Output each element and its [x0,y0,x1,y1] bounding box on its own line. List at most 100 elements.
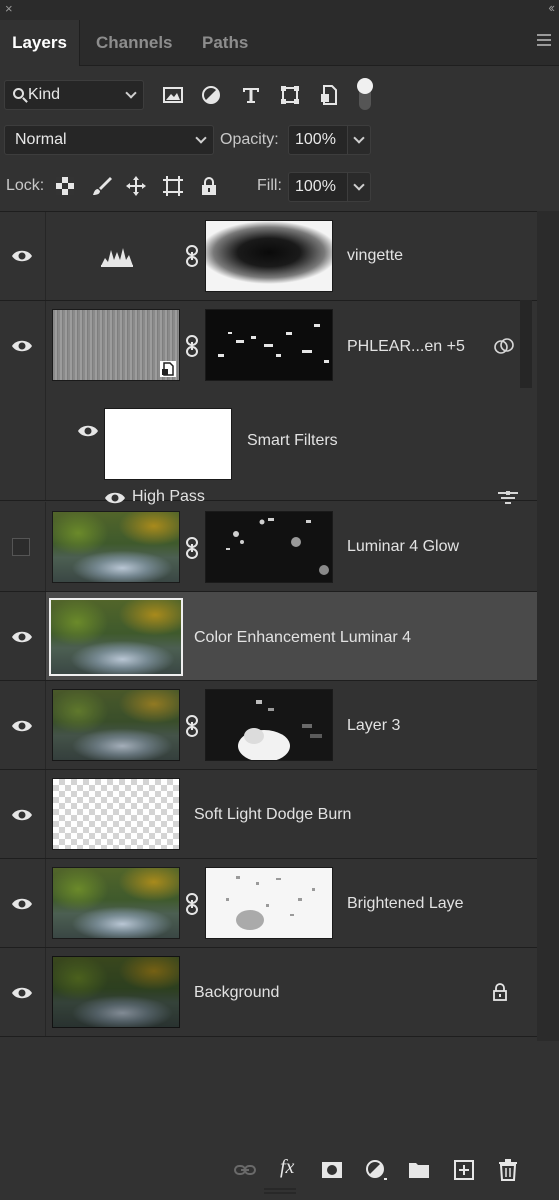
tab-layers[interactable]: Layers [0,20,80,66]
new-layer-icon[interactable] [452,1158,476,1182]
layer-row[interactable]: Brightened Laye [0,859,537,948]
smart-object-badge-icon [160,361,176,377]
layer-name[interactable]: PHLEAR...en +5 [347,338,465,356]
layer-filter-row: Kind [0,78,559,112]
link-chain-icon[interactable] [184,245,200,267]
filter-toggle-icon[interactable] [355,78,375,112]
scrollbar-thumb[interactable] [520,300,532,388]
opacity-input[interactable]: 100% [288,125,348,155]
eye-icon[interactable] [11,249,33,263]
new-adjustment-icon[interactable] [364,1158,388,1182]
resize-grip-icon[interactable] [260,1188,300,1194]
eye-icon[interactable] [11,986,33,1000]
layer-thumbnail[interactable] [52,778,180,850]
panel-title-strip: × ‹‹ [0,0,559,20]
layer-name[interactable]: Luminar 4 Glow [347,538,459,556]
chevron-down-icon [353,179,365,191]
lock-image-pixels-icon[interactable] [91,175,113,197]
chevron-down-icon [195,132,207,144]
layer-row-selected[interactable]: Color Enhancement Luminar 4 [0,592,537,681]
layer-mask-thumbnail[interactable] [205,309,333,381]
mask-speckles [218,324,329,363]
visibility-toggle[interactable] [12,538,30,556]
layer-mask-thumbnail[interactable] [205,220,333,292]
layer-row[interactable]: Background [0,948,537,1037]
delete-layer-icon[interactable] [496,1158,520,1182]
layer-row[interactable]: Luminar 4 Glow [0,502,537,592]
layer-thumbnail[interactable] [52,309,180,381]
layer-row[interactable]: vingette [0,212,537,301]
smart-filters-mask-thumbnail[interactable] [104,408,232,480]
opacity-label: Opacity: [220,131,279,148]
eye-icon[interactable] [11,897,33,911]
eye-icon[interactable] [11,719,33,733]
layer-thumbnail[interactable] [49,598,183,676]
layer-row[interactable]: PHLEAR...en +5 Smart Filters High Pass [0,301,537,505]
tab-paths[interactable]: Paths [190,20,260,66]
lock-all-icon[interactable] [198,175,220,197]
smart-filters-indicator-icon [494,338,514,354]
collapse-panel-button[interactable]: ‹‹ [548,0,555,15]
eye-icon[interactable] [11,808,33,822]
layer-row[interactable]: Layer 3 [0,681,537,770]
smart-object-filter-icon[interactable] [318,84,340,106]
filter-kind-label: Kind [28,86,61,103]
search-icon [13,88,24,99]
link-chain-icon[interactable] [184,335,200,357]
shape-filter-icon[interactable] [279,84,301,106]
lock-artboard-icon[interactable] [162,175,184,197]
type-filter-icon[interactable] [240,84,262,106]
mask-shapes [238,700,322,760]
link-chain-icon[interactable] [184,537,200,559]
smart-filters-label[interactable]: Smart Filters [247,432,338,450]
link-chain-icon[interactable] [184,715,200,737]
panel-tab-bar: Layers Channels Paths [0,20,559,66]
levels-adjustment-icon [101,248,133,267]
blend-row: Normal Opacity: 100% [0,125,559,157]
tab-channels[interactable]: Channels [84,20,185,66]
layer-mask-thumbnail[interactable] [205,689,333,761]
filter-kind-select[interactable]: Kind [4,80,144,110]
lock-transparent-pixels-icon[interactable] [54,175,76,197]
eye-icon[interactable] [77,424,99,438]
layer-thumbnail[interactable] [52,867,180,939]
layer-name[interactable]: Soft Light Dodge Burn [194,806,351,824]
blend-mode-value: Normal [15,131,67,148]
opacity-dropdown-button[interactable] [347,125,371,155]
fill-dropdown-button[interactable] [347,172,371,202]
layer-name[interactable]: vingette [347,247,403,265]
layer-thumbnail[interactable] [52,511,180,583]
layer-row[interactable]: Soft Light Dodge Burn [0,770,537,859]
layers-scrollbar[interactable] [537,211,559,1041]
layer-mask-thumbnail[interactable] [205,511,333,583]
mask-speckles [226,518,329,575]
fill-label: Fill: [257,177,282,194]
layer-name[interactable]: Background [194,984,279,1002]
link-chain-icon[interactable] [184,893,200,915]
new-group-icon[interactable] [407,1158,431,1182]
lock-icon [493,983,507,1001]
mask-shapes [226,876,315,930]
adjustment-filter-icon[interactable] [200,84,222,106]
layer-mask-thumbnail[interactable] [205,867,333,939]
fx-icon[interactable]: fx [280,1156,294,1179]
fill-input[interactable]: 100% [288,172,348,202]
close-panel-button[interactable]: × [5,1,13,16]
chevron-down-icon [125,87,137,99]
lock-position-icon[interactable] [125,175,147,197]
layer-thumbnail[interactable] [52,956,180,1028]
layer-name[interactable]: Brightened Laye [347,895,464,913]
image-filter-icon[interactable] [162,84,184,106]
blend-mode-select[interactable]: Normal [4,125,214,155]
layer-name[interactable]: Color Enhancement Luminar 4 [194,629,411,647]
eye-icon[interactable] [11,630,33,644]
panel-menu-icon[interactable] [537,34,551,48]
layers-list: vingette PHLEAR...en +5 Smart Filters Hi… [0,211,537,1041]
chevron-down-icon [353,132,365,144]
eye-icon[interactable] [11,339,33,353]
add-mask-icon[interactable] [320,1158,344,1182]
lock-row: Lock: Fill: 100% [0,170,559,202]
link-layers-icon[interactable] [233,1158,257,1182]
layer-name[interactable]: Layer 3 [347,717,400,735]
layer-thumbnail[interactable] [52,689,180,761]
